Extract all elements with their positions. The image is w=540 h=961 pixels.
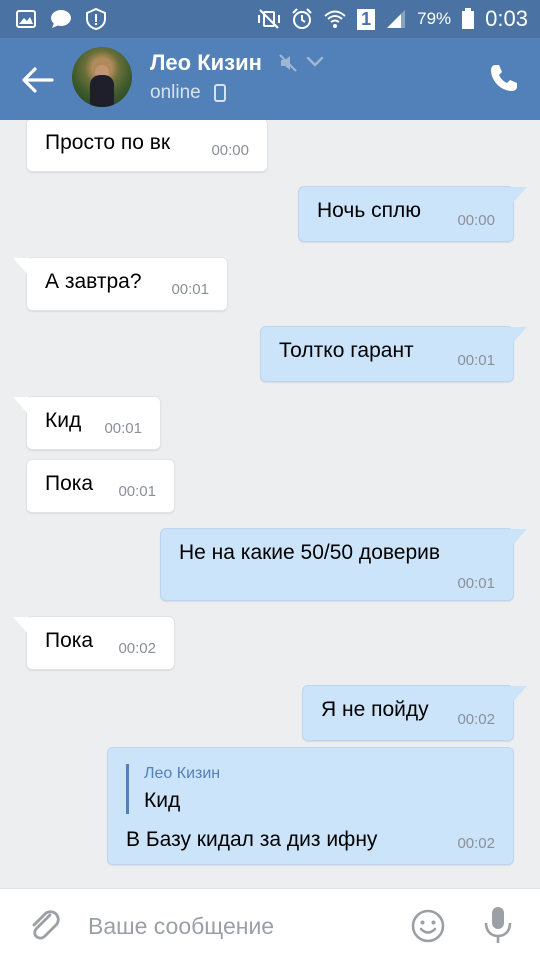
- message-text: В Базу кидал за диз ифну: [126, 828, 378, 851]
- message-time: 00:01: [171, 281, 209, 298]
- paperclip-icon[interactable]: [26, 907, 62, 943]
- battery-percent: 79%: [417, 9, 452, 28]
- message-text: Не на какие 50/50 доверив: [179, 541, 441, 564]
- message-text: Пока: [45, 629, 94, 652]
- message-incoming[interactable]: Пока 00:01: [26, 459, 175, 513]
- sim-indicator: 1: [357, 8, 376, 30]
- bubble-tail: [511, 327, 527, 345]
- status-bar: 1 79% 0:03: [0, 0, 540, 38]
- message-time: 00:00: [211, 142, 249, 159]
- reply-author[interactable]: Лео Кизин: [144, 765, 220, 783]
- reply-text: Кид: [144, 789, 181, 812]
- message-time: 00:01: [104, 420, 142, 437]
- chevron-down-icon[interactable]: [306, 55, 324, 69]
- emoji-icon[interactable]: [410, 908, 446, 944]
- muted-icon: [279, 54, 297, 72]
- message-time: 00:00: [457, 212, 495, 229]
- message-text: Просто по вк: [45, 131, 171, 154]
- message-time: 00:02: [457, 835, 495, 852]
- chat-notification-icon: [51, 10, 71, 28]
- bubble-tail: [13, 258, 29, 276]
- message-incoming[interactable]: Просто по вк 00:00: [26, 120, 268, 172]
- reply-quote-bar: [126, 764, 129, 814]
- phone-call-icon[interactable]: [488, 62, 520, 94]
- message-outgoing[interactable]: Толтко гарант 00:01: [260, 326, 527, 382]
- message-incoming[interactable]: Кид 00:01: [13, 396, 161, 450]
- bubble-tail: [13, 397, 29, 415]
- wifi-icon: [324, 10, 346, 28]
- message-time: 00:01: [457, 352, 495, 369]
- back-arrow-icon[interactable]: [16, 58, 60, 102]
- chat-header: Лео Кизин online: [0, 38, 540, 120]
- message-input[interactable]: [86, 905, 390, 947]
- bubble-tail: [511, 686, 527, 704]
- message-incoming[interactable]: А завтра? 00:01: [13, 257, 228, 311]
- message-text: Пока: [45, 472, 94, 495]
- gallery-icon: [16, 10, 36, 28]
- bubble-tail: [511, 529, 527, 547]
- avatar[interactable]: [72, 47, 132, 107]
- message-outgoing-reply[interactable]: Лео Кизин Кид В Базу кидал за диз ифну 0…: [107, 747, 514, 865]
- message-list[interactable]: Просто по вк 00:00 Ночь сплю 00:00 А зав…: [0, 120, 540, 888]
- message-time: 00:02: [457, 711, 495, 728]
- bubble-tail: [511, 187, 527, 205]
- contact-name[interactable]: Лео Кизин: [150, 50, 262, 76]
- message-time: 00:01: [118, 483, 156, 500]
- vibrate-off-icon: [258, 9, 281, 29]
- message-text: А завтра?: [45, 270, 142, 293]
- microphone-icon[interactable]: [480, 905, 516, 945]
- message-text: Я не пойду: [321, 698, 429, 721]
- message-outgoing[interactable]: Ночь сплю 00:00: [298, 186, 527, 242]
- message-outgoing[interactable]: Не на какие 50/50 доверив 00:01: [160, 528, 527, 601]
- message-text: Ночь сплю: [317, 199, 421, 222]
- composer-bar: [0, 888, 540, 961]
- alert-shield-icon: [86, 8, 106, 30]
- clock: 0:03: [485, 6, 528, 31]
- message-outgoing[interactable]: Я не пойду 00:02: [302, 685, 527, 741]
- message-incoming[interactable]: Пока 00:02: [13, 616, 175, 670]
- bubble-tail: [13, 617, 29, 635]
- contact-status: online: [150, 82, 201, 103]
- message-text: Толтко гарант: [279, 339, 414, 362]
- message-text: Кид: [45, 409, 82, 432]
- battery-icon: [462, 8, 475, 29]
- message-time: 00:01: [457, 575, 495, 592]
- signal-icon: [387, 10, 406, 28]
- message-time: 00:02: [118, 640, 156, 657]
- alarm-icon: [292, 8, 312, 29]
- mobile-online-icon: [214, 84, 226, 102]
